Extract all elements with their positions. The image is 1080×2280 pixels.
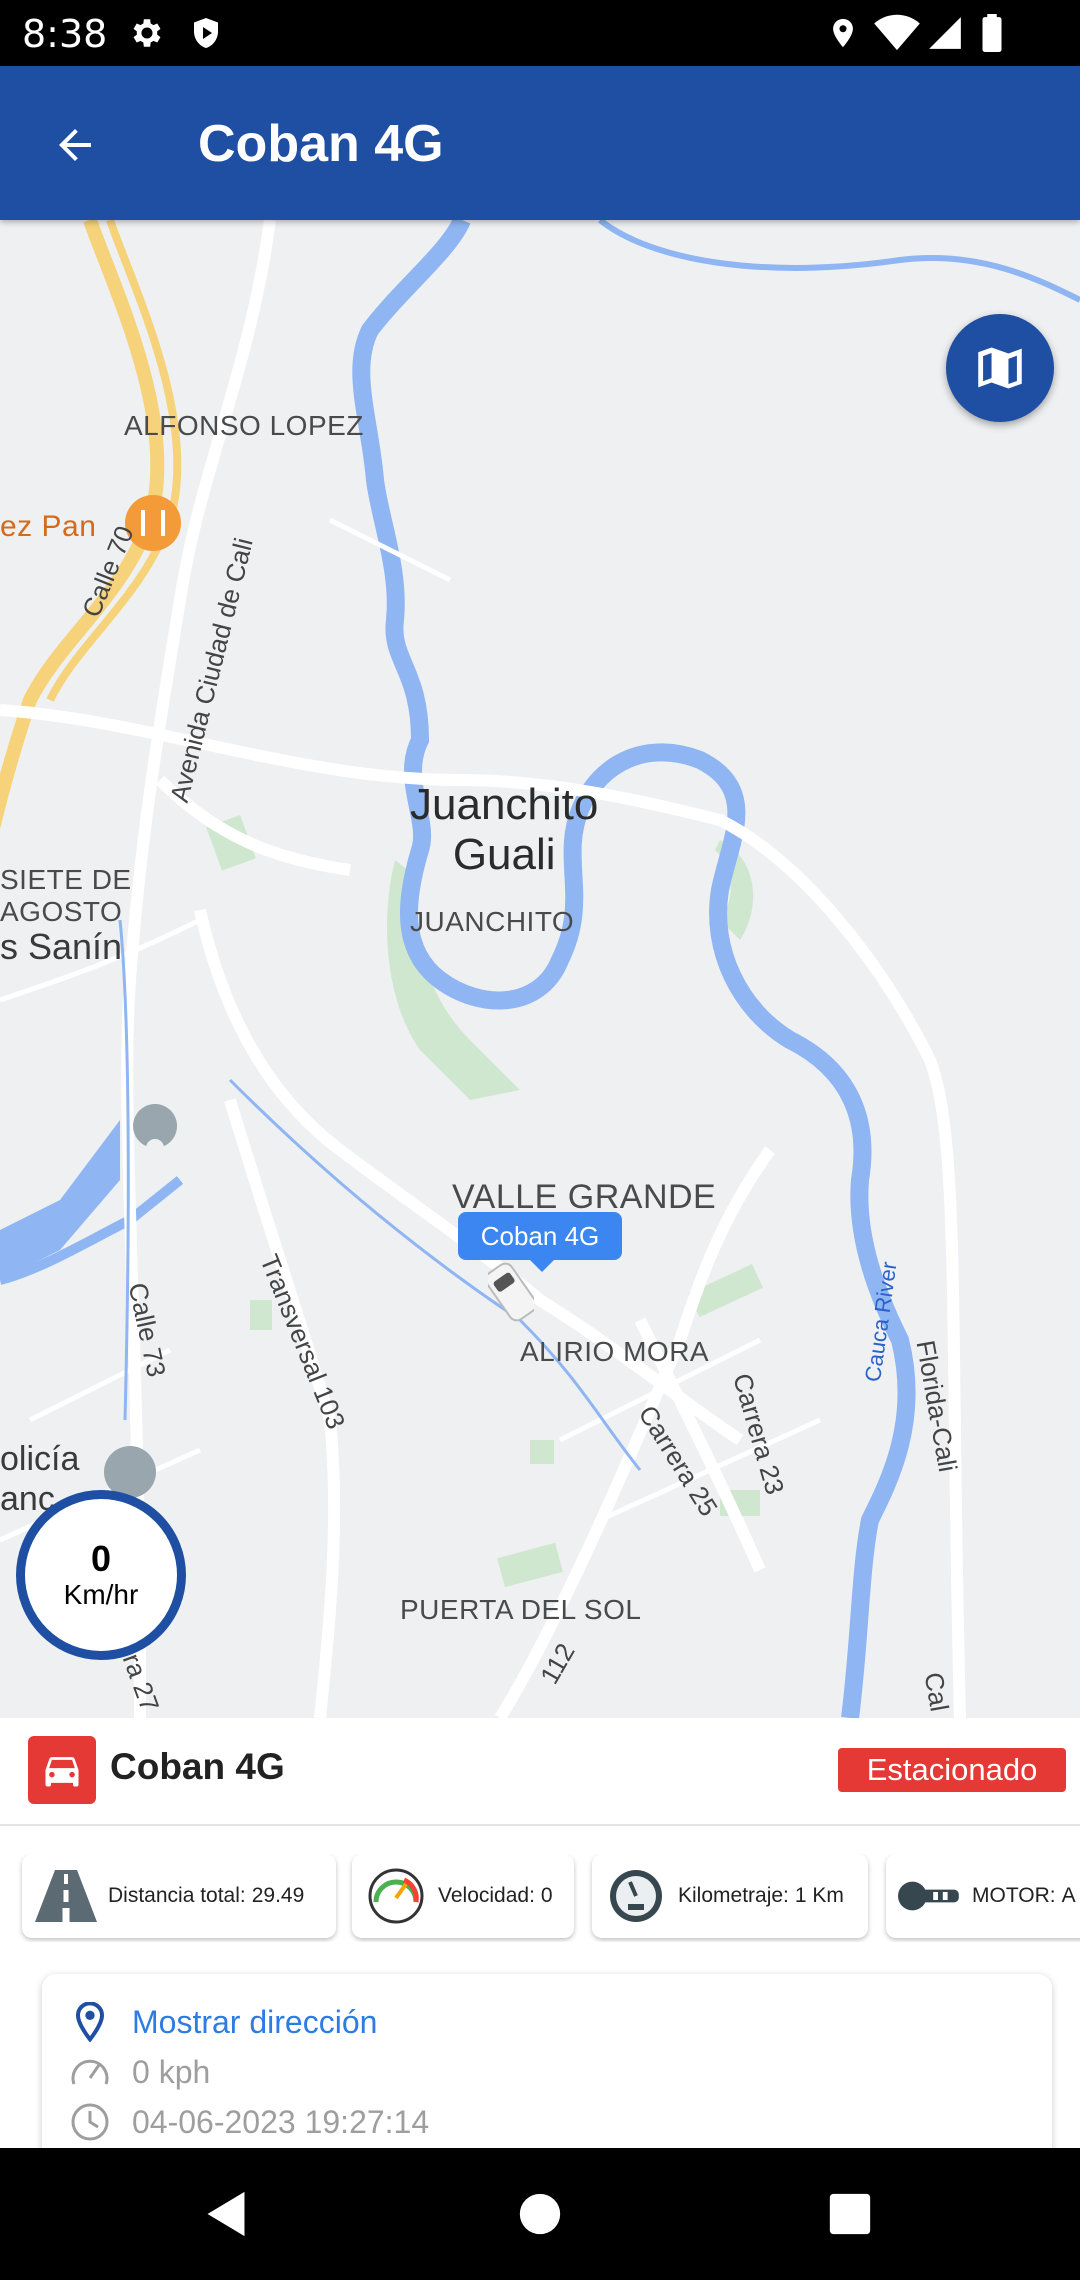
map-label-siete-de: SIETE DE: [0, 864, 132, 895]
chip-distance[interactable]: Distancia total: 29.49: [22, 1854, 336, 1938]
app-bar: Coban 4G: [0, 66, 1080, 220]
chip-distance-value: 29.49: [251, 1884, 305, 1907]
chip-speed-value: 0: [540, 1884, 553, 1907]
map-label-restaurant: ez Pan: [0, 510, 97, 543]
map-label-juanchito: JUANCHITO: [410, 906, 575, 937]
datetime-row: 04-06-2023 19:27:14: [70, 2102, 429, 2142]
chip-speed-label: Velocidad:: [438, 1884, 535, 1907]
map-view[interactable]: ez Pan ALFONSO LOPEZ Calle 70 Avenida Ci…: [0, 220, 1080, 1718]
gauge-icon: [70, 2052, 110, 2092]
chip-engine-label: MOTOR:: [972, 1884, 1056, 1907]
datetime-text: 04-06-2023 19:27:14: [132, 2103, 430, 2140]
triangle-back-icon: [207, 2191, 245, 2237]
speed-unit: Km/hr: [63, 1579, 139, 1610]
show-address-link[interactable]: Mostrar dirección: [132, 2004, 377, 2041]
vehicle-marker-label[interactable]: Coban 4G: [458, 1212, 622, 1272]
engine-key-icon: [898, 1864, 962, 1928]
vehicle-name: Coban 4G: [110, 1746, 285, 1787]
speed-text: 0 kph: [132, 2053, 211, 2090]
map-base: [0, 220, 1080, 1718]
stats-chips: Distancia total: 29.49 Velocidad: 0 Kilo…: [0, 1854, 1080, 1942]
location-pin-icon: [70, 2002, 110, 2042]
status-bar: 8:38: [0, 0, 1080, 66]
map-label-policia: olicía: [0, 1440, 80, 1478]
arrow-back-icon: [59, 129, 91, 161]
map-label-juanchito-gauli: Juanchito Guali: [410, 780, 599, 879]
speed-value: 0: [90, 1538, 112, 1579]
nav-home-button[interactable]: [510, 2184, 570, 2244]
vehicle-header[interactable]: Coban 4G Estacionado: [0, 1718, 1080, 1826]
info-card: Mostrar dirección 0 kph 04-06-2023 19:27…: [42, 1974, 1052, 2174]
map-label-alfonso-lopez: ALFONSO LOPEZ: [124, 410, 364, 441]
chip-engine-value: A: [1061, 1884, 1076, 1907]
speedometer-icon: [364, 1864, 428, 1928]
navigation-bar: [0, 2148, 1080, 2280]
shield-play-icon: [194, 18, 218, 48]
car-icon: [45, 1757, 79, 1787]
address-row[interactable]: Mostrar dirección: [70, 2002, 377, 2042]
speed-gauge: 0 Km/hr: [16, 1490, 186, 1660]
map-label-puerta-del-sol: PUERTA DEL SOL: [400, 1594, 642, 1625]
wifi-icon: [874, 14, 920, 51]
chip-distance-label: Distancia total:: [108, 1884, 246, 1907]
map-label-cal: Cal: [918, 1670, 955, 1714]
signal-icon: [929, 17, 961, 49]
clock-icon: [70, 2102, 110, 2142]
odometer-icon: [604, 1864, 668, 1928]
nav-recents-button[interactable]: [820, 2184, 880, 2244]
circle-home-icon: [519, 2193, 561, 2235]
speed-row: 0 kph: [70, 2052, 210, 2092]
chip-odometer[interactable]: Kilometraje: 1 Km: [592, 1854, 868, 1938]
map-label-agosto: AGOSTO: [0, 896, 123, 927]
vehicle-marker-icon[interactable]: [488, 1260, 534, 1324]
page-title: Coban 4G: [198, 115, 444, 173]
vehicle-panel: Coban 4G Estacionado Distancia total: 29…: [0, 1718, 1080, 2174]
location-icon: [833, 18, 853, 48]
map-icon: [978, 347, 1022, 389]
vehicle-type-badge: [28, 1736, 96, 1804]
map-type-button[interactable]: [946, 314, 1054, 422]
status-time: 8:38: [22, 12, 108, 56]
chip-odometer-label: Kilometraje:: [678, 1884, 789, 1907]
battery-icon: [982, 14, 1002, 52]
chip-odometer-value: 1 Km: [794, 1884, 844, 1907]
status-badge: Estacionado: [838, 1748, 1066, 1792]
chip-engine[interactable]: MOTOR: A: [886, 1854, 1080, 1938]
road-icon: [34, 1864, 98, 1928]
map-label-sanin: s Sanín: [0, 926, 123, 967]
square-recents-icon: [829, 2193, 871, 2235]
map-label-alirio-mora: ALIRIO MORA: [520, 1336, 710, 1367]
settings-icon: [133, 19, 161, 47]
back-button[interactable]: [40, 110, 110, 180]
nav-back-button[interactable]: [196, 2184, 256, 2244]
chip-speed[interactable]: Velocidad: 0: [352, 1854, 574, 1938]
